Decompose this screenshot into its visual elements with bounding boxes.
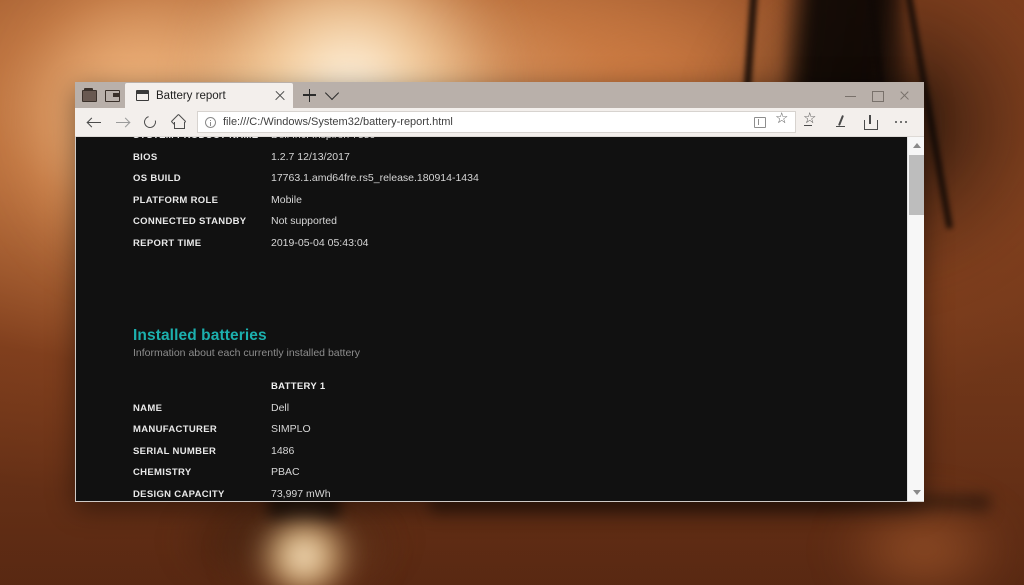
arrow-left-icon: [88, 116, 101, 129]
window-controls: [845, 82, 920, 108]
plus-icon[interactable]: [303, 89, 316, 102]
row-key: CONNECTED STANDBY: [133, 211, 271, 233]
vertical-scrollbar[interactable]: [907, 137, 924, 501]
row-value: 2019-05-04 05:43:04: [271, 233, 479, 255]
info-icon[interactable]: [205, 117, 216, 128]
table-row: PLATFORM ROLE Mobile: [133, 190, 479, 212]
column-header-battery-1: BATTERY 1: [271, 376, 331, 398]
minimize-icon[interactable]: [845, 90, 856, 101]
table-row: SYSTEM PRODUCT NAME Dell Inc. Inspiron 7…: [133, 137, 479, 147]
table-row: BIOS 1.2.7 12/13/2017: [133, 147, 479, 169]
row-value: Dell: [271, 398, 331, 420]
edge-browser-window: Battery report file:///C:/Windows/System…: [75, 82, 924, 502]
row-value: 1.2.7 12/13/2017: [271, 147, 479, 169]
table-row: CONNECTED STANDBY Not supported: [133, 211, 479, 233]
add-favorite-button[interactable]: [796, 109, 826, 135]
notes-button[interactable]: [826, 109, 856, 135]
tab-battery-report[interactable]: Battery report: [125, 83, 293, 108]
more-dots-icon: [895, 121, 908, 124]
row-key: OS BUILD: [133, 168, 271, 190]
share-button[interactable]: [856, 109, 886, 135]
settings-button[interactable]: [886, 109, 916, 135]
table-header-row: BATTERY 1: [133, 376, 331, 398]
table-row: REPORT TIME 2019-05-04 05:43:04: [133, 233, 479, 255]
row-key: CHEMISTRY: [133, 462, 271, 484]
close-icon[interactable]: [273, 89, 287, 103]
row-value: 73,997 mWh: [271, 484, 331, 502]
row-key: SYSTEM PRODUCT NAME: [133, 137, 271, 147]
table-row: SERIAL NUMBER 1486: [133, 441, 331, 463]
star-plus-icon: [804, 116, 818, 129]
home-icon: [172, 116, 185, 128]
scrollbar-thumb[interactable]: [909, 155, 924, 215]
restore-tabs-icon[interactable]: [105, 87, 121, 103]
battery-report-document: SYSTEM PRODUCT NAME Dell Inc. Inspiron 7…: [76, 137, 907, 501]
section-heading: Installed batteries: [133, 327, 907, 345]
refresh-icon: [142, 114, 158, 130]
table-row-design-capacity: DESIGN CAPACITY 73,997 mWh: [133, 484, 331, 502]
row-key: DESIGN CAPACITY: [133, 484, 271, 502]
row-value: 1486: [271, 441, 331, 463]
chevron-down-icon[interactable]: [325, 86, 339, 100]
installed-batteries-section: Installed batteries Information about ea…: [133, 327, 907, 501]
maximize-icon[interactable]: [872, 90, 883, 101]
row-value: SIMPLO: [271, 419, 331, 441]
system-info-table: SYSTEM PRODUCT NAME Dell Inc. Inspiron 7…: [133, 137, 479, 254]
home-button[interactable]: [164, 109, 192, 135]
row-key: REPORT TIME: [133, 233, 271, 255]
page-icon: [136, 90, 149, 101]
scroll-up-icon[interactable]: [908, 137, 924, 154]
set-aside-tabs-icon[interactable]: [81, 87, 97, 103]
row-key: MANUFACTURER: [133, 419, 271, 441]
row-value: Mobile: [271, 190, 479, 212]
row-value: 17763.1.amd64fre.rs5_release.180914-1434: [271, 168, 479, 190]
back-button[interactable]: [80, 109, 108, 135]
star-icon[interactable]: [776, 116, 789, 129]
refresh-button[interactable]: [136, 109, 164, 135]
row-key: SERIAL NUMBER: [133, 441, 271, 463]
pen-icon: [834, 115, 848, 129]
forward-button[interactable]: [108, 109, 136, 135]
page-viewport: SYSTEM PRODUCT NAME Dell Inc. Inspiron 7…: [75, 137, 924, 501]
table-row: OS BUILD 17763.1.amd64fre.rs5_release.18…: [133, 168, 479, 190]
row-key: PLATFORM ROLE: [133, 190, 271, 212]
row-value: PBAC: [271, 462, 331, 484]
tab-title: Battery report: [156, 90, 266, 102]
share-icon: [864, 116, 878, 129]
table-row: NAME Dell: [133, 398, 331, 420]
row-value: Dell Inc. Inspiron 7559: [271, 137, 479, 147]
section-subheading: Information about each currently install…: [133, 347, 907, 359]
address-bar-url: file:///C:/Windows/System32/battery-repo…: [223, 116, 747, 128]
installed-batteries-table: BATTERY 1 NAME Dell MANUFACTURER SIMPLO …: [133, 376, 331, 501]
browser-toolbar: file:///C:/Windows/System32/battery-repo…: [75, 108, 924, 137]
table-row: CHEMISTRY PBAC: [133, 462, 331, 484]
close-icon[interactable]: [899, 90, 910, 101]
reading-view-icon[interactable]: [754, 117, 766, 128]
address-bar[interactable]: file:///C:/Windows/System32/battery-repo…: [197, 111, 796, 133]
table-row: MANUFACTURER SIMPLO: [133, 419, 331, 441]
scroll-down-icon[interactable]: [908, 484, 924, 501]
row-key: BIOS: [133, 147, 271, 169]
arrow-right-icon: [116, 116, 129, 129]
row-key: NAME: [133, 398, 271, 420]
row-value: Not supported: [271, 211, 479, 233]
window-bottom-edge: [75, 501, 924, 502]
title-bar: Battery report: [75, 82, 924, 108]
